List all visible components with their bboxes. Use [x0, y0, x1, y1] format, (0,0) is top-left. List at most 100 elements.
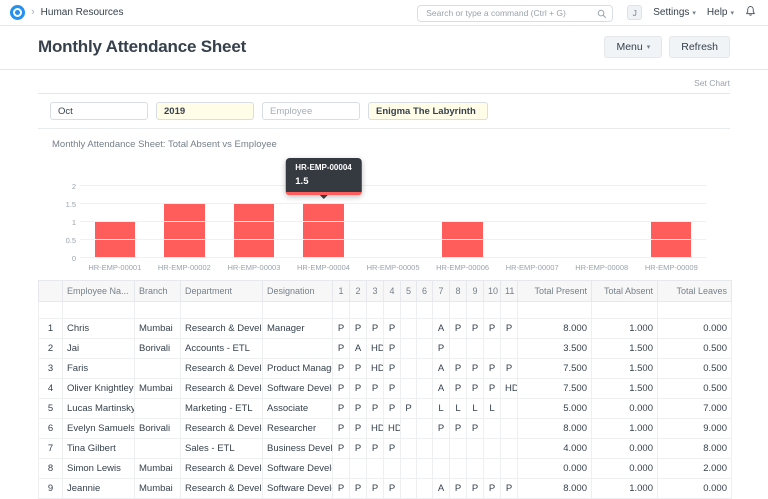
table-cell[interactable] — [433, 459, 450, 479]
table-cell[interactable]: Research & Develop... — [181, 419, 263, 439]
column-header[interactable]: Branch — [135, 281, 181, 302]
table-cell[interactable]: 8.000 — [518, 319, 592, 339]
table-cell[interactable] — [501, 439, 518, 459]
table-cell[interactable]: 1.000 — [592, 419, 658, 439]
table-cell[interactable]: P — [484, 379, 501, 399]
table-cell[interactable]: 0.500 — [658, 359, 732, 379]
filter-cell[interactable] — [501, 302, 518, 319]
table-cell[interactable] — [433, 439, 450, 459]
table-cell[interactable]: 1.000 — [592, 479, 658, 499]
filter-cell[interactable] — [433, 302, 450, 319]
table-cell[interactable]: 9.000 — [658, 419, 732, 439]
table-cell[interactable]: 1.500 — [592, 359, 658, 379]
table-cell[interactable]: Accounts - ETL — [181, 339, 263, 359]
table-cell[interactable] — [401, 419, 417, 439]
table-cell[interactable]: P — [467, 379, 484, 399]
company-filter[interactable] — [368, 102, 488, 120]
table-cell[interactable]: P — [350, 319, 367, 339]
filter-cell[interactable] — [333, 302, 350, 319]
table-cell[interactable] — [401, 379, 417, 399]
table-cell[interactable]: L — [450, 399, 467, 419]
table-cell[interactable]: HD — [367, 419, 384, 439]
chart-bar[interactable] — [442, 222, 482, 258]
table-cell[interactable]: 4.000 — [518, 439, 592, 459]
table-cell[interactable] — [467, 339, 484, 359]
table-cell[interactable]: Research & Develop... — [181, 479, 263, 499]
filter-cell[interactable] — [63, 302, 135, 319]
table-cell[interactable]: 8.000 — [658, 439, 732, 459]
table-cell[interactable]: Research & Develop... — [181, 359, 263, 379]
column-header[interactable]: Department — [181, 281, 263, 302]
table-cell[interactable]: P — [333, 419, 350, 439]
filter-cell[interactable] — [450, 302, 467, 319]
table-cell[interactable]: P — [367, 399, 384, 419]
table-cell[interactable] — [501, 399, 518, 419]
table-cell[interactable]: P — [350, 479, 367, 499]
table-cell[interactable]: P — [384, 359, 401, 379]
table-cell[interactable]: P — [333, 379, 350, 399]
table-cell[interactable]: P — [450, 419, 467, 439]
table-cell[interactable] — [467, 459, 484, 479]
table-cell[interactable] — [417, 439, 433, 459]
table-cell[interactable]: Lucas Martinsky — [63, 399, 135, 419]
table-cell[interactable] — [450, 459, 467, 479]
table-cell[interactable]: P — [467, 479, 484, 499]
table-cell[interactable]: 8.000 — [518, 419, 592, 439]
table-cell[interactable]: 7.500 — [518, 379, 592, 399]
table-cell[interactable]: L — [484, 399, 501, 419]
table-cell[interactable]: P — [367, 439, 384, 459]
table-cell[interactable]: 0.500 — [658, 339, 732, 359]
filter-cell[interactable] — [658, 302, 732, 319]
table-cell[interactable]: Marketing - ETL — [181, 399, 263, 419]
table-cell[interactable]: 0.000 — [658, 319, 732, 339]
table-cell[interactable]: P — [350, 399, 367, 419]
table-cell[interactable]: Software Develo... — [263, 379, 333, 399]
chart-bar[interactable] — [234, 204, 274, 258]
table-cell[interactable]: P — [433, 419, 450, 439]
table-cell[interactable]: P — [501, 359, 518, 379]
table-cell[interactable]: P — [384, 479, 401, 499]
table-cell[interactable]: P — [384, 379, 401, 399]
filter-cell[interactable] — [467, 302, 484, 319]
table-cell[interactable]: 8.000 — [518, 479, 592, 499]
table-cell[interactable]: P — [401, 399, 417, 419]
table-cell[interactable] — [417, 359, 433, 379]
table-cell[interactable]: P — [333, 359, 350, 379]
table-cell[interactable]: Manager — [263, 319, 333, 339]
table-cell[interactable]: Product Manager — [263, 359, 333, 379]
table-cell[interactable] — [501, 419, 518, 439]
column-header[interactable]: 3 — [367, 281, 384, 302]
table-cell[interactable] — [484, 439, 501, 459]
table-cell[interactable] — [417, 379, 433, 399]
search-input[interactable] — [417, 5, 613, 22]
table-cell[interactable] — [135, 359, 181, 379]
filter-cell[interactable] — [518, 302, 592, 319]
table-cell[interactable]: A — [350, 339, 367, 359]
table-cell[interactable] — [450, 439, 467, 459]
table-cell[interactable]: Borivali — [135, 419, 181, 439]
table-cell[interactable] — [401, 459, 417, 479]
table-cell[interactable]: HD — [384, 419, 401, 439]
table-cell[interactable]: 7.500 — [518, 359, 592, 379]
table-cell[interactable]: P — [450, 319, 467, 339]
table-cell[interactable]: Faris — [63, 359, 135, 379]
column-header[interactable]: Total Leaves — [658, 281, 732, 302]
table-cell[interactable]: A — [433, 319, 450, 339]
table-cell[interactable]: Business Develo... — [263, 439, 333, 459]
table-cell[interactable]: Research & Develop... — [181, 459, 263, 479]
table-cell[interactable]: 0.500 — [658, 379, 732, 399]
filter-cell[interactable] — [484, 302, 501, 319]
table-cell[interactable]: 0.000 — [518, 459, 592, 479]
table-cell[interactable]: Jai — [63, 339, 135, 359]
table-cell[interactable]: 0.000 — [592, 439, 658, 459]
filter-cell[interactable] — [350, 302, 367, 319]
notifications-bell-icon[interactable] — [745, 4, 756, 22]
table-cell[interactable]: P — [384, 399, 401, 419]
table-cell[interactable]: 3.500 — [518, 339, 592, 359]
app-logo-icon[interactable] — [10, 5, 25, 20]
menu-button[interactable]: Menu ▾ — [604, 36, 662, 58]
column-header[interactable]: 8 — [450, 281, 467, 302]
table-cell[interactable]: Jeannie — [63, 479, 135, 499]
table-cell[interactable]: Associate — [263, 399, 333, 419]
table-cell[interactable]: 1.000 — [592, 319, 658, 339]
